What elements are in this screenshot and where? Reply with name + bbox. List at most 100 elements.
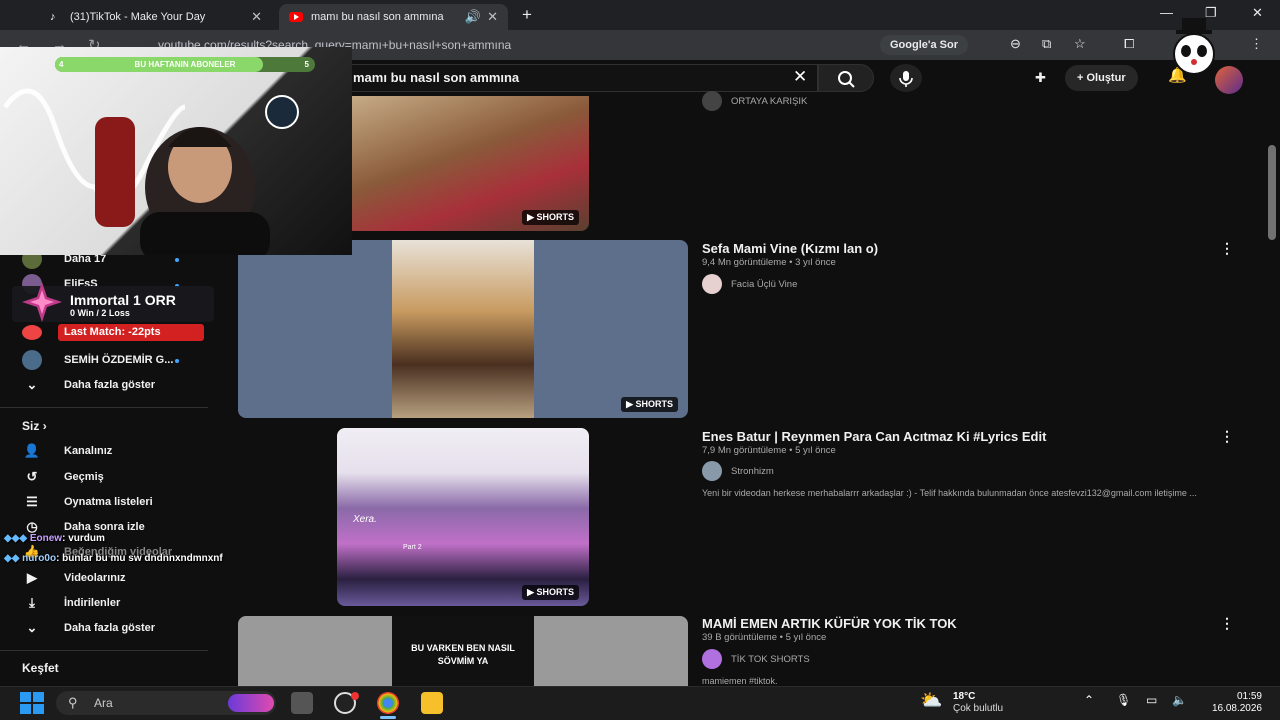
- chevron-down-icon: ⌄: [26, 620, 38, 635]
- video-title[interactable]: MAMİ EMEN ARTIK KÜFÜR YOK TİK TOK: [702, 616, 957, 631]
- chat-text: : vurdum: [62, 533, 105, 544]
- chat-message: ◆◆◆ Eonew: vurdum: [4, 533, 105, 544]
- show-more-button[interactable]: ⌄ Daha fazla göster: [22, 374, 156, 396]
- page-scrollbar[interactable]: [1268, 145, 1276, 240]
- search-icon: ⚲: [68, 695, 78, 710]
- video-meta: 9,4 Mn görüntüleme • 3 yıl önce: [702, 257, 836, 268]
- your-videos-icon: ▶: [27, 570, 37, 585]
- task-view-icon[interactable]: [291, 692, 313, 714]
- create-video-icon[interactable]: ✚: [1035, 70, 1046, 86]
- network-icon[interactable]: ▭: [1146, 693, 1157, 707]
- more-actions-icon[interactable]: ⋮: [1220, 615, 1234, 632]
- create-button[interactable]: + Oluştur: [1065, 65, 1138, 91]
- chat-message: ◆◆ nuro0o: bunlar bu mu sw dndnnxndmnxnf: [4, 553, 223, 564]
- you-section-header[interactable]: Siz ›: [22, 419, 47, 433]
- close-tab-icon[interactable]: ✕: [251, 9, 262, 25]
- tab-tiktok[interactable]: ♪ (31)TikTok - Make Your Day ✕: [40, 4, 272, 30]
- you-section-label: Siz: [22, 419, 40, 433]
- show-more-label: Daha fazla göster: [64, 622, 156, 634]
- weather-desc: Çok bulutlu: [953, 703, 1004, 714]
- new-tab-button[interactable]: +: [522, 5, 532, 25]
- sidebar-item-sub-3[interactable]: SEMİH ÖZDEMİR G...: [22, 349, 173, 371]
- rank-badge-icon: [22, 282, 62, 322]
- sidebar-item-history[interactable]: ↺ Geçmiş: [22, 466, 104, 488]
- divider: [0, 650, 208, 651]
- channel-link[interactable]: Stronhizm: [702, 461, 774, 481]
- video-title[interactable]: Enes Batur | Reynmen Para Can Acıtmaz Ki…: [702, 429, 1046, 444]
- taskbar-search-placeholder: Ara: [94, 696, 113, 710]
- channel-link[interactable]: ORTAYA KARIŞIK: [702, 91, 807, 111]
- video-meta: 39 B görüntüleme • 5 yıl önce: [702, 632, 827, 643]
- search-highlight-icon[interactable]: [228, 694, 274, 712]
- close-tab-icon[interactable]: ✕: [487, 9, 498, 25]
- file-explorer-icon[interactable]: [421, 692, 443, 714]
- sub-goal-target: 5: [304, 60, 309, 69]
- bookmark-star-icon[interactable]: ☆: [1074, 36, 1086, 52]
- extensions-icon[interactable]: ⧠: [1124, 36, 1134, 52]
- webcam-feed: [3, 88, 299, 255]
- sidebar-item-label: Videolarınız: [64, 572, 126, 584]
- tiktok-icon: ♪: [50, 11, 56, 23]
- channel-avatar: [22, 325, 42, 340]
- new-content-dot: [175, 258, 179, 262]
- windows-start-icon[interactable]: [20, 692, 44, 714]
- chevron-right-icon: ›: [42, 419, 47, 433]
- window-close-icon[interactable]: ✕: [1252, 5, 1263, 21]
- create-label: Oluştur: [1086, 72, 1126, 84]
- shorts-badge: ▶ SHORTS: [522, 210, 579, 225]
- search-button[interactable]: [818, 64, 874, 92]
- more-actions-icon[interactable]: ⋮: [1220, 428, 1234, 445]
- sidebar-item-downloads[interactable]: ⤓ İndirilenler: [22, 592, 120, 614]
- chevron-up-icon[interactable]: ⌃: [1084, 693, 1094, 707]
- video-thumbnail[interactable]: ▶ SHORTS: [238, 240, 688, 418]
- zoom-icon[interactable]: ⊖: [1010, 36, 1021, 52]
- clear-search-icon[interactable]: ✕: [793, 67, 807, 87]
- channel-avatar: [702, 649, 722, 669]
- audio-icon[interactable]: 🔊: [465, 9, 481, 25]
- more-actions-icon[interactable]: ⋮: [1220, 240, 1234, 257]
- chat-badge-icon: ◆◆: [4, 553, 20, 564]
- video-description: Yeni bir videodan herkese merhabalarrr a…: [702, 488, 1197, 498]
- tab-youtube[interactable]: mamı bu nasıl son ammına 🔊 ✕: [279, 4, 508, 30]
- shorts-badge-label: SHORTS: [635, 399, 673, 409]
- shorts-badge: ▶ SHORTS: [621, 397, 678, 412]
- google-sor-button[interactable]: Google'a Sor: [880, 35, 969, 55]
- chat-user: Eonew: [29, 533, 63, 544]
- show-more-button[interactable]: ⌄ Daha fazla göster: [22, 617, 156, 639]
- sidebar-item-channel[interactable]: 👤 Kanalınız: [22, 440, 112, 462]
- voice-search-button[interactable]: [890, 64, 922, 92]
- thumbnail-text: Part 2: [403, 544, 422, 551]
- subscriber-goal-bar: 4 BU HAFTANIN ABONELER 5: [55, 57, 315, 72]
- sidebar-item-label: SEMİH ÖZDEMİR G...: [64, 354, 174, 366]
- weather-temp[interactable]: 18°C: [953, 691, 975, 702]
- search-input[interactable]: mamı bu nasıl son ammına: [340, 64, 818, 92]
- thumbnail-text: Xera.: [353, 514, 377, 525]
- channel-avatar: [702, 91, 722, 111]
- search-icon: [838, 71, 855, 88]
- history-icon: ↺: [26, 469, 38, 484]
- video-thumbnail[interactable]: BU VARKEN BEN NASIL SÖVMİM YA: [238, 616, 688, 686]
- rank-record: 0 Win / 2 Loss: [70, 308, 130, 318]
- video-title[interactable]: Sefa Mami Vine (Kızmı lan o): [702, 241, 878, 256]
- sidebar-item-playlists[interactable]: ☰ Oynatma listeleri: [22, 491, 152, 513]
- chevron-down-icon: ⌄: [26, 377, 38, 392]
- channel-icon: 👤: [23, 443, 41, 458]
- volume-icon[interactable]: 🔈: [1172, 693, 1187, 707]
- divider: [0, 407, 208, 408]
- chrome-icon[interactable]: [377, 692, 399, 714]
- panda-mascot-icon: [1173, 18, 1215, 75]
- video-thumbnail[interactable]: Xera. Part 2 ▶ SHORTS: [337, 428, 589, 606]
- explore-section-header: Keşfet: [22, 661, 59, 675]
- mic-icon[interactable]: 🎙: [1116, 693, 1131, 707]
- sidebar-item-your-videos[interactable]: ▶ Videolarınız: [22, 567, 126, 589]
- channel-link[interactable]: TİK TOK SHORTS: [702, 649, 810, 669]
- channel-name: Stronhizm: [731, 465, 774, 477]
- menu-icon[interactable]: ⋮: [1250, 36, 1263, 52]
- install-icon[interactable]: ⧉: [1042, 36, 1051, 52]
- video-thumbnail[interactable]: ▶ SHORTS: [337, 96, 589, 231]
- channel-link[interactable]: Facia Üçlü Vine: [702, 274, 797, 294]
- shorts-badge: ▶ SHORTS: [522, 585, 579, 600]
- clock-date: 16.08.2026: [1211, 703, 1262, 714]
- clock-time[interactable]: 01:59: [1222, 691, 1262, 702]
- video-meta: 7,9 Mn görüntüleme • 5 yıl önce: [702, 445, 836, 456]
